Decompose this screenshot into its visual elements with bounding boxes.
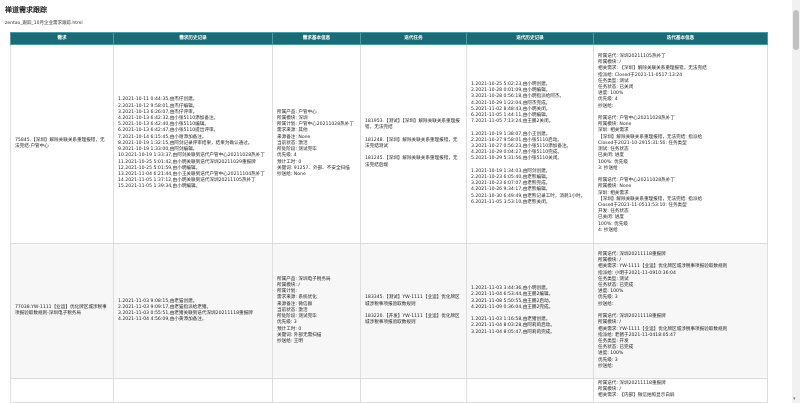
header-story-info: 需求基本信息	[272, 32, 361, 45]
story-history-cell	[113, 378, 273, 403]
header-task-info: 迭代基本信息	[593, 32, 768, 45]
task-info-cell: 所属迭代: 深圳20211118重报牌 所属模块: / 相关需求: YW-111…	[593, 243, 768, 379]
task-history-cell	[466, 378, 594, 403]
table-wrapper: 需求 需求历史记录 需求基本信息 迭代任务 迭代历史记录 迭代基本信息 7584…	[0, 0, 792, 403]
story-history-cell: 1.2021-10-11 0:44:35,由杰仔创建。 2.2021-10-12…	[113, 44, 273, 244]
page-title: 禅道需求跟踪	[5, 6, 47, 14]
task-info-cell: 所属迭代: 深圳20211105热补丁 所属模块: / 相关需求: 【深圳】解除…	[593, 44, 768, 244]
tasks-cell: 181953.【测试】【深圳】解除关联关系重理报错，无法完结 181248.【深…	[360, 44, 467, 244]
task-history-cell: 1.2021-11-03 3:44:36,由小明创建。 2.2021-11-04…	[466, 243, 594, 379]
vertical-scrollbar[interactable]: ▾	[792, 0, 800, 403]
table-row: 75845.【深圳】解除关联关系重理报错，无法完结-户管中心 1.2021-10…	[10, 44, 768, 244]
scrollbar-thumb[interactable]	[793, 10, 799, 50]
table-row: 所属迭代: 深圳20211118重报牌 所属模块: / 相关需求: 【内部】微信…	[10, 378, 768, 403]
table-row: 77038.YW-1111【业运】优化牌区城涉税事项报验取数规则-深圳电子税务局…	[10, 243, 768, 379]
table-header: 需求 需求历史记录 需求基本信息 迭代任务 迭代历史记录 迭代基本信息	[10, 32, 768, 45]
page: 禅道需求跟踪 zentao_跟踪_10月企业需求跟踪.html 需求 需求历史记…	[0, 0, 792, 403]
scroll-down-arrow-icon[interactable]: ▾	[793, 396, 796, 402]
header-story-history: 需求历史记录	[113, 32, 273, 45]
header-task-history: 迭代历史记录	[466, 32, 594, 45]
story-info-cell: 所属产品: 户管中心 所属模块: 深圳 所属计划: 户管中心20211028热补…	[272, 44, 361, 244]
story-history-cell: 1.2021-11-03 9:08:15,由老猫创建。 2.2021-11-03…	[113, 243, 273, 379]
tasks-cell: 183345.【测试】YW-1111【业运】优化牌区城涉税事项报验取数规则 18…	[360, 243, 467, 379]
task-info-cell: 所属迭代: 深圳20211118重报牌 所属模块: / 相关需求: 【内部】微信…	[593, 378, 768, 403]
story-info-cell: 所属产品: 深圳电子税务局 所属模块: / 所属计划: 需求来源: 系统优化 来…	[272, 243, 361, 379]
story-cell: 75845.【深圳】解除关联关系重理报错，无法完结-户管中心	[10, 44, 114, 244]
file-name: zentao_跟踪_10月企业需求跟踪.html	[5, 21, 83, 26]
tracking-table: 需求 需求历史记录 需求基本信息 迭代任务 迭代历史记录 迭代基本信息 7584…	[10, 32, 768, 403]
story-cell	[10, 378, 114, 403]
header-story: 需求	[10, 32, 114, 45]
header-tasks: 迭代任务	[360, 32, 467, 45]
tasks-cell	[360, 378, 467, 403]
task-history-cell: 1.2021-10-25 5:02:23,由小明创建。 2.2021-10-28…	[466, 44, 594, 244]
story-info-cell	[272, 378, 361, 403]
story-cell: 77038.YW-1111【业运】优化牌区城涉税事项报验取数规则-深圳电子税务局	[10, 243, 114, 379]
